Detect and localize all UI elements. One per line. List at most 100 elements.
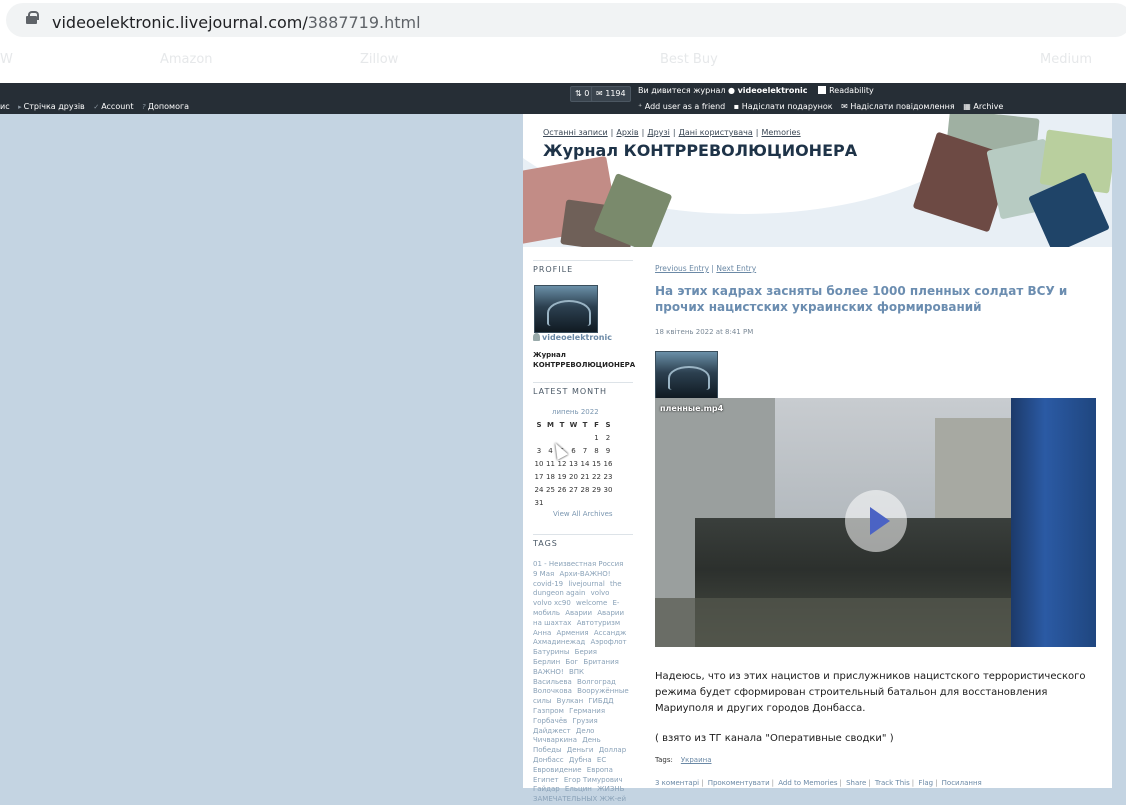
tag-link[interactable]: ВПК <box>569 668 584 676</box>
tag-link[interactable]: volvo xc90 <box>533 599 571 607</box>
tag-link[interactable]: Берия <box>575 648 597 656</box>
flag-link[interactable]: Flag <box>918 779 933 787</box>
tag-link[interactable]: Грузия <box>572 717 597 725</box>
tag-link[interactable]: Автотуризм <box>577 619 621 627</box>
calendar-day[interactable]: 31 <box>533 499 545 507</box>
calendar-day[interactable]: 30 <box>602 486 614 494</box>
tag-link[interactable]: ГИБДД <box>588 697 613 705</box>
play-icon[interactable] <box>845 490 907 552</box>
user-info-link[interactable]: Дані користувача <box>679 128 753 137</box>
calendar-day[interactable]: 16 <box>602 460 614 468</box>
recent-entries-link[interactable]: Останні записи <box>543 128 608 137</box>
calendar-day[interactable]: 20 <box>568 473 580 481</box>
tag-link[interactable]: 01 - Неизвестная Россия <box>533 560 623 568</box>
send-message-action[interactable]: ✉ Надіслати повідомлення <box>841 102 955 111</box>
calendar-day[interactable]: 18 <box>545 473 557 481</box>
calendar-day[interactable]: 24 <box>533 486 545 494</box>
tag-link[interactable]: 9 Мая <box>533 570 554 578</box>
calendar-day[interactable]: 11 <box>545 460 557 468</box>
tag-link[interactable]: Украина <box>681 756 712 764</box>
tag-link[interactable]: Батурины <box>533 648 569 656</box>
calendar-day[interactable]: 13 <box>568 460 580 468</box>
tag-link[interactable]: Дубна <box>569 756 592 764</box>
calendar-month[interactable]: липень 2022 <box>552 408 599 416</box>
tag-link[interactable]: Горбачёв <box>533 717 567 725</box>
readability-checkbox[interactable] <box>818 86 827 94</box>
tag-link[interactable]: ЕС <box>597 756 606 764</box>
messages-counter[interactable]: ✉ 1194 <box>591 86 631 102</box>
tag-link[interactable]: Дайджест <box>533 727 571 735</box>
calendar-day[interactable]: 9 <box>602 447 614 455</box>
calendar-day[interactable]: 25 <box>545 486 557 494</box>
lj-nav-account[interactable]: ✓ Account <box>93 102 133 111</box>
calendar-day[interactable]: 6 <box>568 447 580 455</box>
calendar-day[interactable]: 29 <box>591 486 603 494</box>
archive-action[interactable]: ▦ Archive <box>963 102 1003 111</box>
bookmark-ghost[interactable]: Zillow <box>360 52 398 67</box>
tag-link[interactable]: Деньги <box>567 746 594 754</box>
lj-nav-friends-feed[interactable]: ▸ Стрічка друзів <box>18 102 85 111</box>
url-field[interactable]: videoelektronic.livejournal.com/3887719.… <box>6 3 1126 37</box>
lj-nav-help[interactable]: ? Допомога <box>142 102 189 111</box>
entry-title[interactable]: На этих кадрах засняты более 1000 пленны… <box>655 283 1075 315</box>
calendar-day[interactable]: 27 <box>568 486 580 494</box>
send-gift-action[interactable]: ▪ Надіслати подарунок <box>734 102 833 111</box>
tag-link[interactable]: Доллар <box>599 746 626 754</box>
tag-link[interactable]: Аэрофлот <box>590 638 626 646</box>
share-link[interactable]: Share <box>846 779 866 787</box>
friends-link[interactable]: Друзі <box>647 128 670 137</box>
calendar-day[interactable]: 2 <box>602 434 614 442</box>
tag-link[interactable]: Волгоград <box>577 678 616 686</box>
bookmark-ghost[interactable]: Best Buy <box>660 52 718 67</box>
tag-link[interactable]: Васильева <box>533 678 572 686</box>
calendar-day[interactable]: 1 <box>591 434 603 442</box>
add-friend-action[interactable]: ⁺ Add user as a friend <box>638 102 725 111</box>
calendar-day[interactable]: 15 <box>591 460 603 468</box>
tag-link[interactable]: Донбасс <box>533 756 564 764</box>
tag-link[interactable]: Ельцин <box>565 785 592 793</box>
bookmark-ghost[interactable]: Medium <box>1040 52 1092 67</box>
calendar-day[interactable]: 8 <box>591 447 603 455</box>
calendar-day[interactable]: 22 <box>591 473 603 481</box>
tag-link[interactable]: Анна <box>533 629 551 637</box>
view-all-archives-link[interactable]: View All Archives <box>553 510 613 518</box>
sidebar-avatar[interactable] <box>534 285 598 333</box>
url-text[interactable]: videoelektronic.livejournal.com/3887719.… <box>52 13 421 32</box>
archive-link[interactable]: Архів <box>616 128 638 137</box>
tag-link[interactable]: Волочкова <box>533 687 572 695</box>
tag-link[interactable]: Архи-ВАЖНО! <box>559 570 610 578</box>
memories-link[interactable]: Memories <box>761 128 800 137</box>
calendar-day[interactable]: 17 <box>533 473 545 481</box>
tag-link[interactable]: livejournal <box>568 580 604 588</box>
tag-link[interactable]: Ассандж <box>594 629 627 637</box>
calendar-day[interactable]: 12 <box>556 460 568 468</box>
tag-link[interactable]: volvo <box>591 589 610 597</box>
tag-link[interactable]: welcome <box>576 599 607 607</box>
calendar-day[interactable]: 23 <box>602 473 614 481</box>
calendar-day[interactable]: 26 <box>556 486 568 494</box>
calendar-day[interactable]: 3 <box>533 447 545 455</box>
tag-link[interactable]: Берлин <box>533 658 560 666</box>
add-to-memories-link[interactable]: Add to Memories <box>778 779 837 787</box>
tag-link[interactable]: Британия <box>583 658 619 666</box>
tag-link[interactable]: Вулкан <box>557 697 584 705</box>
tag-link[interactable]: Египет <box>533 776 559 784</box>
calendar-day[interactable]: 14 <box>579 460 591 468</box>
bookmark-ghost[interactable]: Amazon <box>160 52 213 67</box>
calendar-day[interactable]: 19 <box>556 473 568 481</box>
lj-nav-item[interactable]: ис <box>0 102 10 111</box>
track-this-link[interactable]: Track This <box>875 779 910 787</box>
tag-link[interactable]: Армения <box>556 629 588 637</box>
calendar-day[interactable]: 28 <box>579 486 591 494</box>
video-player[interactable]: пленные.mp4 <box>655 398 1096 647</box>
tag-link[interactable]: covid-19 <box>533 580 563 588</box>
permalink-link[interactable]: Посилання <box>942 779 982 787</box>
tag-link[interactable]: Аварии <box>565 609 592 617</box>
calendar-day[interactable]: 7 <box>579 447 591 455</box>
tag-link[interactable]: Германия <box>569 707 605 715</box>
tag-link[interactable]: ВАЖНО! <box>533 668 564 676</box>
entry-avatar[interactable] <box>655 351 718 399</box>
calendar-day[interactable]: 21 <box>579 473 591 481</box>
tag-link[interactable]: Бог <box>565 658 578 666</box>
tag-link[interactable]: Евровидение <box>533 766 582 774</box>
